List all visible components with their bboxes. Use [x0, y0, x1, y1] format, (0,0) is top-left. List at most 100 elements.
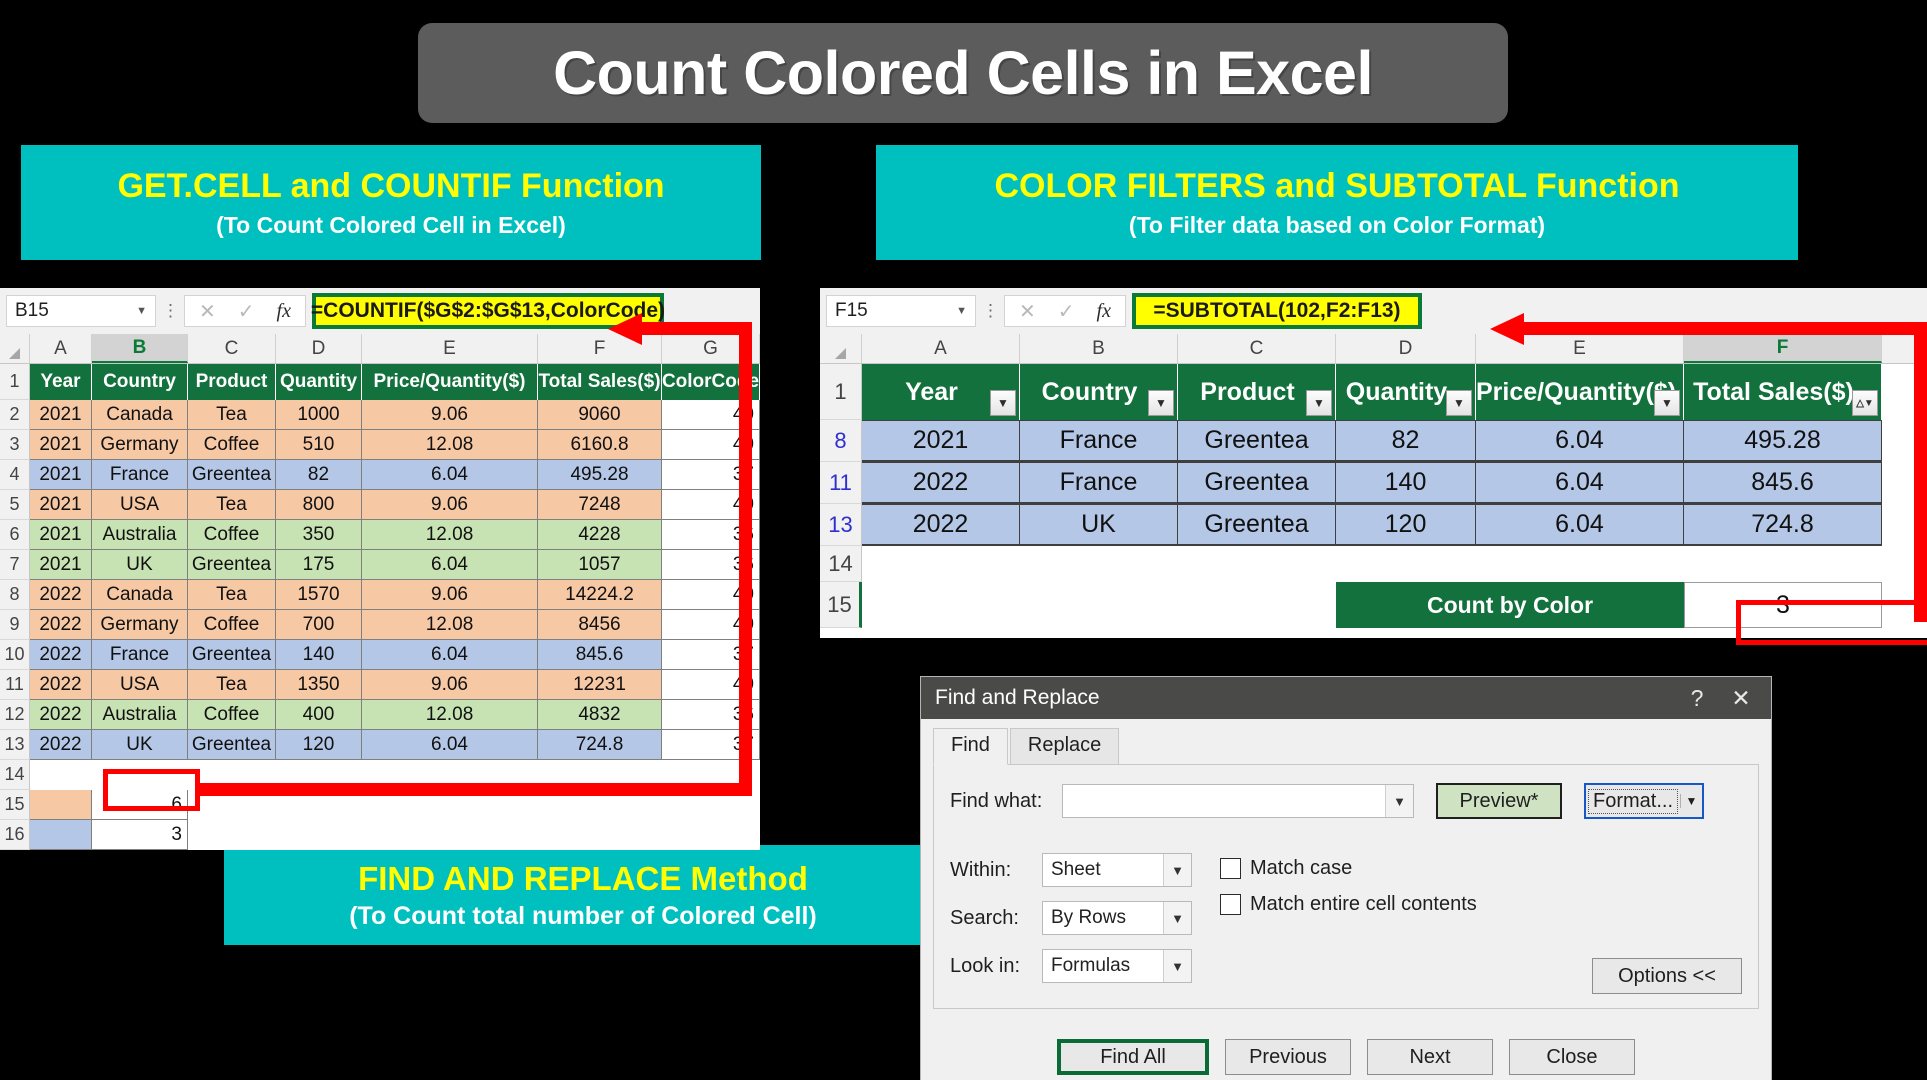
- left-cell[interactable]: 6.04: [362, 730, 538, 760]
- right-cell[interactable]: 82: [1336, 420, 1476, 462]
- right-cell[interactable]: 6.04: [1476, 504, 1684, 546]
- left-cell[interactable]: 9060: [538, 400, 662, 430]
- right-cell[interactable]: 2022: [862, 504, 1020, 546]
- left-column-header-e[interactable]: E: [362, 334, 538, 363]
- confirm-formula-icon[interactable]: ✓: [1058, 299, 1075, 324]
- right-column-header-b[interactable]: B: [1020, 334, 1178, 363]
- left-cell[interactable]: 350: [276, 520, 362, 550]
- filter-dropdown-icon[interactable]: ▼: [1654, 390, 1680, 416]
- left-row-header-6[interactable]: 6: [0, 520, 30, 550]
- left-row-header-14[interactable]: 14: [0, 760, 30, 790]
- insert-function-icon[interactable]: fx: [1097, 300, 1111, 323]
- right-cell[interactable]: 845.6: [1684, 462, 1882, 504]
- left-cell[interactable]: Greentea: [188, 460, 276, 490]
- select-all-corner[interactable]: [820, 334, 862, 363]
- right-cell[interactable]: 724.8: [1684, 504, 1882, 546]
- right-cell[interactable]: UK: [1020, 504, 1178, 546]
- search-select[interactable]: By Rows ▼: [1042, 901, 1192, 935]
- chevron-down-icon[interactable]: ▼: [1163, 902, 1191, 934]
- left-cell[interactable]: 2022: [30, 700, 92, 730]
- right-name-box[interactable]: F15 ▼: [826, 295, 976, 327]
- left-row-header-2[interactable]: 2: [0, 400, 30, 430]
- insert-function-icon[interactable]: fx: [277, 300, 291, 323]
- right-cell[interactable]: 2021: [862, 420, 1020, 462]
- right-column-header-a[interactable]: A: [862, 334, 1020, 363]
- left-cell[interactable]: USA: [92, 670, 188, 700]
- left-cell[interactable]: 800: [276, 490, 362, 520]
- left-cell[interactable]: 82: [276, 460, 362, 490]
- left-column-header-c[interactable]: C: [188, 334, 276, 363]
- left-cell[interactable]: 140: [276, 640, 362, 670]
- chevron-down-icon[interactable]: ▼: [1163, 854, 1191, 886]
- right-row-header-14[interactable]: 14: [820, 546, 862, 582]
- confirm-formula-icon[interactable]: ✓: [238, 299, 255, 324]
- left-cell[interactable]: Coffee: [188, 610, 276, 640]
- right-cell[interactable]: 6.04: [1476, 462, 1684, 504]
- left-row-header-8[interactable]: 8: [0, 580, 30, 610]
- left-cell[interactable]: 1350: [276, 670, 362, 700]
- left-cell[interactable]: UK: [92, 730, 188, 760]
- tab-replace[interactable]: Replace: [1009, 728, 1120, 764]
- left-row-header-7[interactable]: 7: [0, 550, 30, 580]
- left-row-header-9[interactable]: 9: [0, 610, 30, 640]
- left-cell[interactable]: Coffee: [188, 700, 276, 730]
- left-cell[interactable]: 7248: [538, 490, 662, 520]
- left-cell[interactable]: Tea: [188, 400, 276, 430]
- left-cell[interactable]: UK: [92, 550, 188, 580]
- left-cell[interactable]: 6.04: [362, 460, 538, 490]
- left-cell[interactable]: Coffee: [188, 520, 276, 550]
- left-cell[interactable]: Tea: [188, 490, 276, 520]
- left-cell[interactable]: USA: [92, 490, 188, 520]
- left-name-box[interactable]: B15 ▼: [6, 295, 156, 327]
- left-cell[interactable]: Canada: [92, 400, 188, 430]
- left-cell[interactable]: Greentea: [188, 640, 276, 670]
- left-cell[interactable]: 175: [276, 550, 362, 580]
- find-all-button[interactable]: Find All: [1057, 1039, 1209, 1075]
- right-row-header-1[interactable]: 1: [820, 364, 862, 420]
- left-column-header-d[interactable]: D: [276, 334, 362, 363]
- match-entire-checkbox[interactable]: Match entire cell contents: [1220, 893, 1477, 916]
- left-cell[interactable]: 12.08: [362, 610, 538, 640]
- left-row-header-15[interactable]: 15: [0, 790, 30, 820]
- right-cell[interactable]: Greentea: [1178, 420, 1336, 462]
- left-cell[interactable]: 9.06: [362, 580, 538, 610]
- left-cell[interactable]: 2022: [30, 670, 92, 700]
- left-cell[interactable]: 2021: [30, 520, 92, 550]
- left-cell[interactable]: Greentea: [188, 730, 276, 760]
- filter-active-icon[interactable]: △▼: [1852, 390, 1878, 416]
- options-button[interactable]: Options <<: [1592, 958, 1742, 994]
- chevron-down-icon[interactable]: ▼: [1385, 785, 1413, 817]
- left-cell[interactable]: 700: [276, 610, 362, 640]
- left-color-swatch-orange[interactable]: [30, 790, 92, 820]
- checkbox-icon[interactable]: [1220, 858, 1241, 879]
- left-cell[interactable]: 4228: [538, 520, 662, 550]
- close-button[interactable]: Close: [1509, 1039, 1635, 1075]
- left-cell[interactable]: 6.04: [362, 640, 538, 670]
- left-cell[interactable]: Tea: [188, 670, 276, 700]
- left-cell[interactable]: 724.8: [538, 730, 662, 760]
- left-cell[interactable]: Coffee: [188, 430, 276, 460]
- left-cell[interactable]: 1057: [538, 550, 662, 580]
- left-cell[interactable]: 9.06: [362, 490, 538, 520]
- right-row-header-15[interactable]: 15: [820, 582, 862, 628]
- right-cell[interactable]: 495.28: [1684, 420, 1882, 462]
- left-cell[interactable]: France: [92, 460, 188, 490]
- previous-button[interactable]: Previous: [1225, 1039, 1351, 1075]
- left-cell[interactable]: 1000: [276, 400, 362, 430]
- checkbox-icon[interactable]: [1220, 894, 1241, 915]
- right-cell[interactable]: Greentea: [1178, 462, 1336, 504]
- right-cell[interactable]: 2022: [862, 462, 1020, 504]
- left-row-header-13[interactable]: 13: [0, 730, 30, 760]
- left-cell[interactable]: 2022: [30, 640, 92, 670]
- right-column-header-d[interactable]: D: [1336, 334, 1476, 363]
- filter-dropdown-icon[interactable]: ▼: [1148, 390, 1174, 416]
- left-cell[interactable]: 2021: [30, 430, 92, 460]
- right-cell[interactable]: France: [1020, 462, 1178, 504]
- right-cell[interactable]: Greentea: [1178, 504, 1336, 546]
- filter-dropdown-icon[interactable]: ▼: [1446, 390, 1472, 416]
- chevron-down-icon[interactable]: ▼: [1680, 794, 1702, 808]
- left-cell[interactable]: Tea: [188, 580, 276, 610]
- more-options-icon[interactable]: ⋮: [982, 301, 999, 321]
- right-formula-value[interactable]: =SUBTOTAL(102,F2:F13): [1131, 293, 1422, 329]
- left-cell[interactable]: Greentea: [188, 550, 276, 580]
